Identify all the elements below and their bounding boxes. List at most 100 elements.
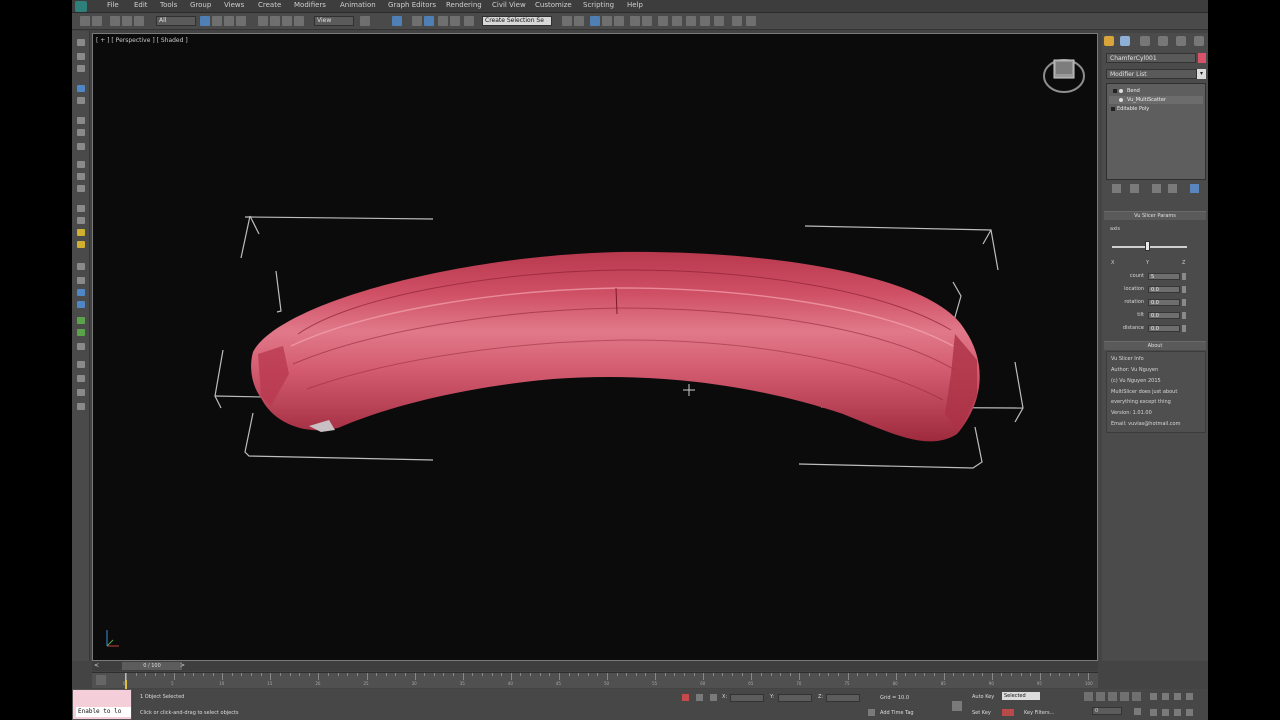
spinner-snap-icon[interactable] bbox=[450, 16, 460, 26]
set-key-icon[interactable] bbox=[1002, 709, 1014, 716]
location-field[interactable]: 0.0 bbox=[1148, 286, 1180, 293]
tilt-field[interactable]: 0.0 bbox=[1148, 312, 1180, 319]
layer-explorer-icon[interactable] bbox=[602, 16, 612, 26]
time-tag-icon[interactable] bbox=[868, 709, 875, 716]
place-icon[interactable] bbox=[294, 16, 304, 26]
zoom-icon[interactable] bbox=[1150, 693, 1157, 700]
menu-graph-editors[interactable]: Graph Editors bbox=[388, 1, 436, 9]
render-setup-icon[interactable] bbox=[672, 16, 682, 26]
stack-item-bend[interactable]: Bend bbox=[1109, 87, 1203, 95]
hierarchy-tab-icon[interactable] bbox=[1140, 36, 1150, 46]
set-key-label[interactable]: Set Key bbox=[972, 710, 991, 716]
count-field[interactable]: 5 bbox=[1148, 273, 1180, 280]
menu-create[interactable]: Create bbox=[258, 1, 281, 9]
align-icon[interactable] bbox=[574, 16, 584, 26]
curve-editor-icon[interactable] bbox=[630, 16, 640, 26]
light-icon[interactable] bbox=[77, 185, 85, 192]
polygon-modeling-icon[interactable] bbox=[77, 53, 85, 60]
window-crossing-icon[interactable] bbox=[236, 16, 246, 26]
menu-file[interactable]: File bbox=[107, 1, 119, 9]
stack-item-editable-poly[interactable]: Editable Poly bbox=[1109, 105, 1203, 113]
render-preset-icon[interactable] bbox=[732, 16, 742, 26]
transform-mode-icon[interactable] bbox=[710, 694, 717, 701]
distance-spinner[interactable] bbox=[1182, 325, 1186, 332]
key-mode-icon[interactable] bbox=[952, 701, 962, 711]
bulb-icon[interactable] bbox=[1119, 89, 1123, 93]
menu-help[interactable]: Help bbox=[627, 1, 643, 9]
rendered-frame-icon[interactable] bbox=[686, 16, 696, 26]
create-tab-icon[interactable] bbox=[1104, 36, 1114, 46]
tilt-spinner[interactable] bbox=[1182, 312, 1186, 319]
time-slider[interactable]: < 0 / 100 > bbox=[92, 661, 1098, 671]
named-selection-sets-dropdown[interactable]: Create Selection Se bbox=[482, 16, 552, 26]
axis-slider-handle[interactable] bbox=[1145, 241, 1150, 251]
particle-icon[interactable] bbox=[77, 317, 85, 324]
move-icon[interactable] bbox=[258, 16, 268, 26]
pivot-center-icon[interactable] bbox=[360, 16, 370, 26]
show-end-result-icon[interactable] bbox=[1130, 184, 1139, 193]
cylinder-primitive-icon[interactable] bbox=[77, 117, 85, 124]
menu-scripting[interactable]: Scripting bbox=[583, 1, 614, 9]
rotation-field[interactable]: 0.0 bbox=[1148, 299, 1180, 306]
fov-icon[interactable] bbox=[1150, 709, 1157, 716]
zoom-extents-icon[interactable] bbox=[1174, 693, 1181, 700]
x-coord-field[interactable] bbox=[730, 694, 764, 702]
snaps-toggle-icon[interactable] bbox=[412, 16, 422, 26]
select-by-name-icon[interactable] bbox=[212, 16, 222, 26]
object-name-field[interactable]: ChamferCyl001 bbox=[1106, 53, 1196, 63]
menu-civil-view[interactable]: Civil View bbox=[492, 1, 526, 9]
scale-icon[interactable] bbox=[282, 16, 292, 26]
pin-stack-icon[interactable] bbox=[1112, 184, 1121, 193]
about-rollout[interactable]: About bbox=[1104, 341, 1206, 350]
time-next-button[interactable]: > bbox=[180, 662, 185, 669]
camera-icon[interactable] bbox=[77, 173, 85, 180]
daylight-icon[interactable] bbox=[77, 241, 85, 248]
maximize-viewport-icon[interactable] bbox=[1186, 709, 1193, 716]
goto-end-icon[interactable] bbox=[1132, 692, 1141, 701]
spacewarp-icon[interactable] bbox=[77, 217, 85, 224]
display-icon[interactable] bbox=[77, 375, 85, 382]
make-unique-icon[interactable] bbox=[1152, 184, 1161, 193]
ribbon-icon[interactable] bbox=[614, 16, 624, 26]
z-coord-field[interactable] bbox=[826, 694, 860, 702]
distance-field[interactable]: 0.0 bbox=[1148, 325, 1180, 332]
y-coord-field[interactable] bbox=[778, 694, 812, 702]
motion-tab-icon[interactable] bbox=[1158, 36, 1168, 46]
pan-icon[interactable] bbox=[1162, 709, 1169, 716]
select-object-icon[interactable] bbox=[200, 16, 210, 26]
quicksilver-icon[interactable] bbox=[746, 16, 756, 26]
render-production-icon[interactable] bbox=[700, 16, 710, 26]
play-icon[interactable] bbox=[1108, 692, 1117, 701]
mini-curve-editor-icon[interactable] bbox=[96, 675, 106, 685]
link-icon[interactable] bbox=[110, 16, 120, 26]
unlink-icon[interactable] bbox=[122, 16, 132, 26]
key-filters-button[interactable]: Key Filters... bbox=[1024, 710, 1054, 716]
render-iterative-icon[interactable] bbox=[714, 16, 724, 26]
bulb-icon[interactable] bbox=[1119, 98, 1123, 102]
foliage-icon[interactable] bbox=[77, 329, 85, 336]
orbit-icon[interactable] bbox=[1174, 709, 1181, 716]
chevron-down-icon[interactable]: ▾ bbox=[1197, 69, 1206, 79]
schematic-view-icon[interactable] bbox=[642, 16, 652, 26]
object-color-swatch[interactable] bbox=[1198, 53, 1206, 63]
isolate-icon[interactable] bbox=[682, 694, 689, 701]
expand-icon[interactable] bbox=[1113, 89, 1117, 93]
bent-cylinder-object[interactable] bbox=[251, 251, 980, 442]
scene-explorer-icon[interactable] bbox=[590, 16, 600, 26]
count-spinner[interactable] bbox=[1182, 273, 1186, 280]
nurbs-icon[interactable] bbox=[77, 301, 85, 308]
select-manipulate-icon[interactable] bbox=[392, 16, 402, 26]
cone-primitive-icon[interactable] bbox=[77, 143, 85, 150]
lock-icon[interactable] bbox=[696, 694, 703, 701]
display-tab-icon[interactable] bbox=[1176, 36, 1186, 46]
goto-start-icon[interactable] bbox=[1084, 692, 1093, 701]
zoom-extents-all-icon[interactable] bbox=[1186, 693, 1193, 700]
rect-selection-icon[interactable] bbox=[224, 16, 234, 26]
time-config-icon[interactable] bbox=[1134, 708, 1141, 715]
add-time-tag[interactable]: Add Time Tag bbox=[880, 710, 914, 716]
menu-edit[interactable]: Edit bbox=[134, 1, 148, 9]
rotate-icon[interactable] bbox=[270, 16, 280, 26]
sphere-primitive-icon[interactable] bbox=[77, 97, 85, 104]
helper-icon[interactable] bbox=[77, 205, 85, 212]
plane-primitive-icon[interactable] bbox=[77, 161, 85, 168]
